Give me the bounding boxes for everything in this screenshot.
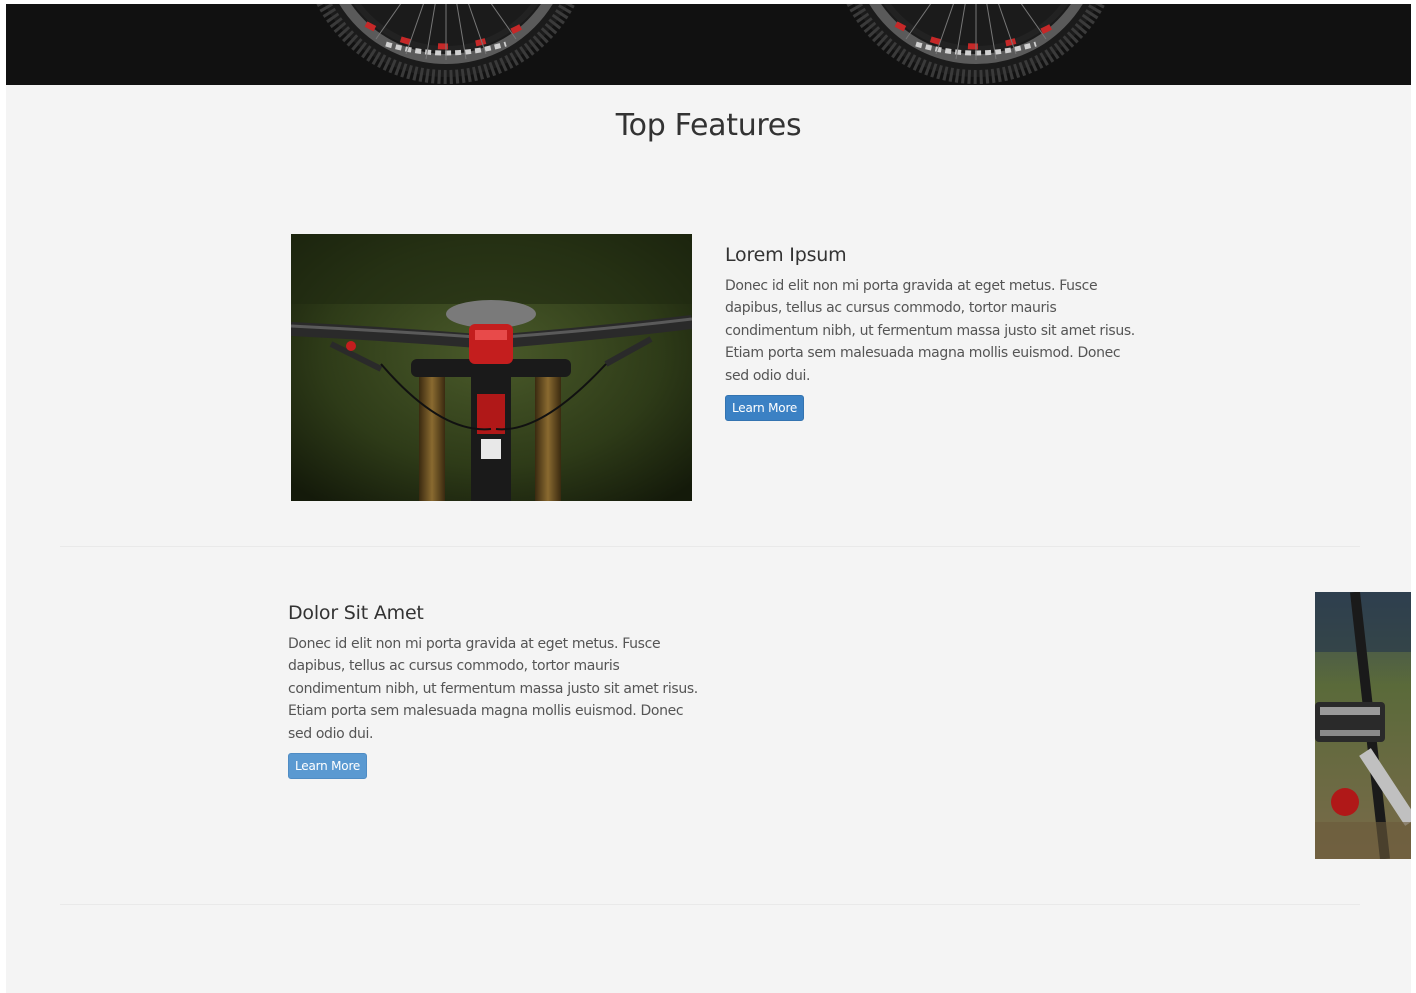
feature-description: Donec id elit non mi porta gravida at eg… (288, 636, 698, 742)
feature-item-1: Lorem Ipsum Donec id elit non mi porta g… (725, 244, 1135, 422)
feature-item-2: Dolor Sit Amet Donec id elit non mi port… (288, 602, 698, 780)
learn-more-button[interactable]: Learn More (725, 395, 805, 422)
hero-banner-image (6, 4, 1411, 85)
section-divider (60, 546, 1360, 547)
feature-heading: Dolor Sit Amet (288, 602, 424, 624)
page: Top Features Lorem Ipsum Donec id elit n… (6, 4, 1411, 993)
bike-wheel-right-image (846, 4, 1106, 84)
feature-description: Donec id elit non mi porta gravida at eg… (725, 278, 1135, 384)
feature-image-handlebar (291, 234, 692, 501)
feature-image-pedal (1315, 592, 1411, 859)
feature-heading: Lorem Ipsum (725, 244, 847, 266)
learn-more-button[interactable]: Learn More (288, 753, 368, 780)
section-title: Top Features (615, 108, 802, 143)
section-divider (60, 904, 1360, 905)
bike-wheel-left-image (316, 4, 576, 84)
